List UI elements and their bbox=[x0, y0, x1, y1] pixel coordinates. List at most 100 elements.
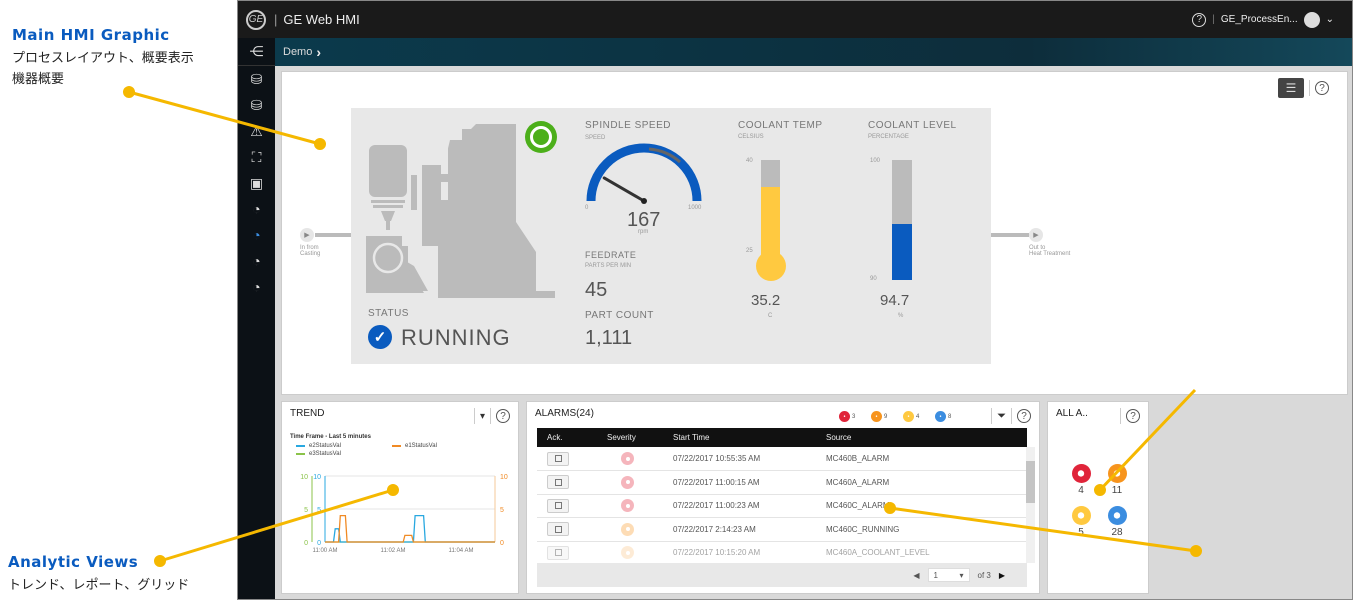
alarm-row[interactable]: 07/22/2017 11:00:23 AM MC460C_ALARM bbox=[537, 494, 1027, 518]
db-status-icon[interactable]: ⛁ bbox=[238, 66, 275, 92]
alarm-count: 28 bbox=[1111, 527, 1123, 538]
coolant-level-value: 94.7 bbox=[880, 292, 910, 309]
alarm-count: 3 bbox=[852, 413, 856, 420]
sidebar: ⋲ ⛁ ⛁ ⚠ ⛶ ▣ ◔ ◔ ◔ ◔ bbox=[238, 38, 275, 599]
filter-icon[interactable]: ⏷ bbox=[997, 410, 1006, 423]
callout-title: Main HMI Graphic bbox=[12, 26, 170, 44]
alarm-source: MC460A_ALARM bbox=[816, 470, 1027, 495]
report-icon[interactable]: ▣ bbox=[238, 170, 275, 196]
alarm-summary-critical[interactable]: • 3 bbox=[839, 411, 855, 422]
legend-item[interactable]: e2StatusVal bbox=[296, 443, 341, 449]
next-page-icon[interactable]: ▶ bbox=[999, 571, 1005, 580]
db-settings-icon[interactable]: ⛁ bbox=[238, 92, 275, 118]
play-icon[interactable]: ▶ bbox=[1029, 228, 1043, 242]
check-circle-icon: ✓ bbox=[368, 325, 392, 349]
coolant-level-unit: % bbox=[898, 313, 904, 319]
user-avatar-icon[interactable] bbox=[1303, 11, 1320, 28]
severity-icon bbox=[621, 452, 634, 465]
coolant-temp-thermometer bbox=[761, 160, 780, 260]
acknowledge-button[interactable] bbox=[547, 451, 569, 466]
gauge-d-icon[interactable]: ◔ bbox=[238, 274, 275, 300]
coolant-temp-value: 35.2 bbox=[751, 292, 781, 309]
acknowledge-button[interactable] bbox=[547, 522, 569, 537]
alarm-start-time: 07/22/2017 11:00:23 AM bbox=[663, 494, 816, 518]
alarm-row[interactable]: 07/22/2017 11:00:15 AM MC460A_ALARM bbox=[537, 470, 1027, 495]
spindle-speed-unit: rpm bbox=[638, 229, 649, 235]
prev-page-icon[interactable]: ◀ bbox=[913, 571, 919, 580]
chevron-down-icon[interactable]: ⌄ bbox=[1326, 14, 1334, 25]
part-count-label: PART COUNT bbox=[585, 310, 654, 321]
user-name[interactable]: GE_ProcessEn... bbox=[1221, 14, 1298, 25]
main-hmi-graphic: ☰ ? ▶ In from Casting ▶ Out to Heat Treatm… bbox=[281, 71, 1348, 395]
alarm-row[interactable]: 07/22/2017 10:55:35 AM MC460B_ALARM bbox=[537, 447, 1027, 471]
coolant-level-label: COOLANT LEVEL bbox=[868, 120, 957, 131]
temp-tick-mid: 25 bbox=[746, 248, 753, 254]
help-icon[interactable]: ? bbox=[1315, 81, 1329, 95]
severity-icon bbox=[621, 522, 634, 536]
gauge-b-icon[interactable]: ◔ bbox=[238, 222, 275, 248]
alarm-warning-icon[interactable]: ⚠ bbox=[238, 118, 275, 144]
column-header-severity[interactable]: Severity bbox=[597, 428, 663, 447]
y-tick-label: 0 bbox=[500, 540, 504, 547]
dropdown-icon[interactable]: ▾ bbox=[480, 411, 485, 422]
level-tick-min: 90 bbox=[870, 276, 877, 282]
column-header-start-time[interactable]: Start Time bbox=[663, 428, 816, 447]
breadcrumb-item-demo[interactable]: Demo bbox=[283, 46, 312, 58]
trend-panel: TREND ▾ ? Time Frame - Last 5 minutes e2… bbox=[281, 401, 519, 594]
gauge-c-icon[interactable]: ◔ bbox=[238, 248, 275, 274]
alarm-pager: ◀ 1 ▾ of 3 ▶ bbox=[537, 563, 1027, 587]
trend-chart-icon[interactable]: ⛶ bbox=[238, 144, 275, 170]
ge-logo-icon[interactable]: GE bbox=[246, 9, 266, 30]
help-icon[interactable]: ? bbox=[1192, 12, 1207, 27]
callout-main-hmi: Main HMI Graphic プロセスレイアウト、概要表示 機器概要 bbox=[12, 26, 194, 90]
alarm-source: MC460C_RUNNING bbox=[816, 517, 1027, 542]
feedrate-label: FEEDRATE bbox=[585, 250, 637, 260]
running-status-indicator bbox=[525, 121, 557, 153]
gauge-a-icon[interactable]: ◔ bbox=[238, 196, 275, 222]
hierarchy-icon[interactable]: ⋲ bbox=[238, 38, 275, 66]
flow-in-label: In from Casting bbox=[300, 245, 321, 257]
page-select[interactable]: 1 ▾ bbox=[927, 568, 970, 582]
all-alarms-high[interactable]: ⬤ 11 bbox=[1102, 464, 1132, 496]
legend-item[interactable]: e1StatusVal bbox=[392, 443, 437, 449]
alarm-row[interactable]: 07/22/2017 10:15:20 AM MC460A_COOLANT_LEV… bbox=[537, 541, 1027, 565]
settings-sliders-icon[interactable]: ☰ bbox=[1278, 78, 1304, 98]
all-alarms-critical[interactable]: ⬤ 4 bbox=[1066, 464, 1096, 496]
all-alarms-low[interactable]: ⬤ 28 bbox=[1102, 506, 1132, 538]
legend-item[interactable]: e3StatusVal bbox=[296, 451, 341, 457]
severity-icon bbox=[621, 499, 634, 513]
coolant-temp-label: COOLANT TEMP bbox=[738, 120, 823, 131]
scrollbar-thumb[interactable] bbox=[1026, 461, 1035, 503]
y-tick-label: 10 bbox=[300, 474, 308, 481]
acknowledge-button[interactable] bbox=[547, 475, 569, 490]
alarm-row[interactable]: 07/22/2017 2:14:23 AM MC460C_RUNNING bbox=[537, 517, 1027, 542]
y-tick-label: 5 bbox=[304, 507, 308, 514]
flow-line bbox=[991, 233, 1029, 237]
legend-label: e3StatusVal bbox=[309, 451, 341, 457]
all-alarms-title: ALL A.. bbox=[1056, 408, 1088, 419]
coolant-level-bar bbox=[892, 160, 912, 280]
y-tick-label: 10 bbox=[313, 474, 321, 481]
all-alarms-medium[interactable]: ⬤ 5 bbox=[1066, 506, 1096, 538]
column-header-source[interactable]: Source bbox=[816, 428, 1027, 447]
help-icon[interactable]: ? bbox=[1126, 409, 1140, 423]
trend-chart: 0 0 0 5 5 5 10 10 10 11:00 AM 11:02 AM 11:04 AM bbox=[300, 474, 508, 554]
chevron-right-icon: › bbox=[316, 44, 322, 60]
user-area: ? | GE_ProcessEn... ⌄ bbox=[1192, 11, 1334, 28]
divider: | bbox=[1212, 14, 1215, 25]
help-icon[interactable]: ? bbox=[1017, 409, 1031, 423]
alarm-count: 4 bbox=[1078, 485, 1084, 496]
alarm-summary-medium[interactable]: • 4 bbox=[903, 411, 919, 422]
divider bbox=[991, 408, 993, 424]
help-icon[interactable]: ? bbox=[496, 409, 510, 423]
x-tick-label: 11:00 AM bbox=[313, 548, 338, 554]
play-icon[interactable]: ▶ bbox=[300, 228, 314, 242]
level-fill bbox=[892, 223, 912, 280]
alarm-summary-low[interactable]: • 8 bbox=[935, 411, 951, 422]
column-header-ack[interactable]: Ack. bbox=[537, 428, 597, 447]
acknowledge-button[interactable] bbox=[547, 498, 569, 513]
alarm-table-scrollbar[interactable] bbox=[1026, 447, 1035, 563]
alarm-summary-high[interactable]: • 9 bbox=[871, 411, 887, 422]
app-title: | GE Web HMI bbox=[274, 12, 360, 27]
acknowledge-button[interactable] bbox=[547, 545, 569, 560]
